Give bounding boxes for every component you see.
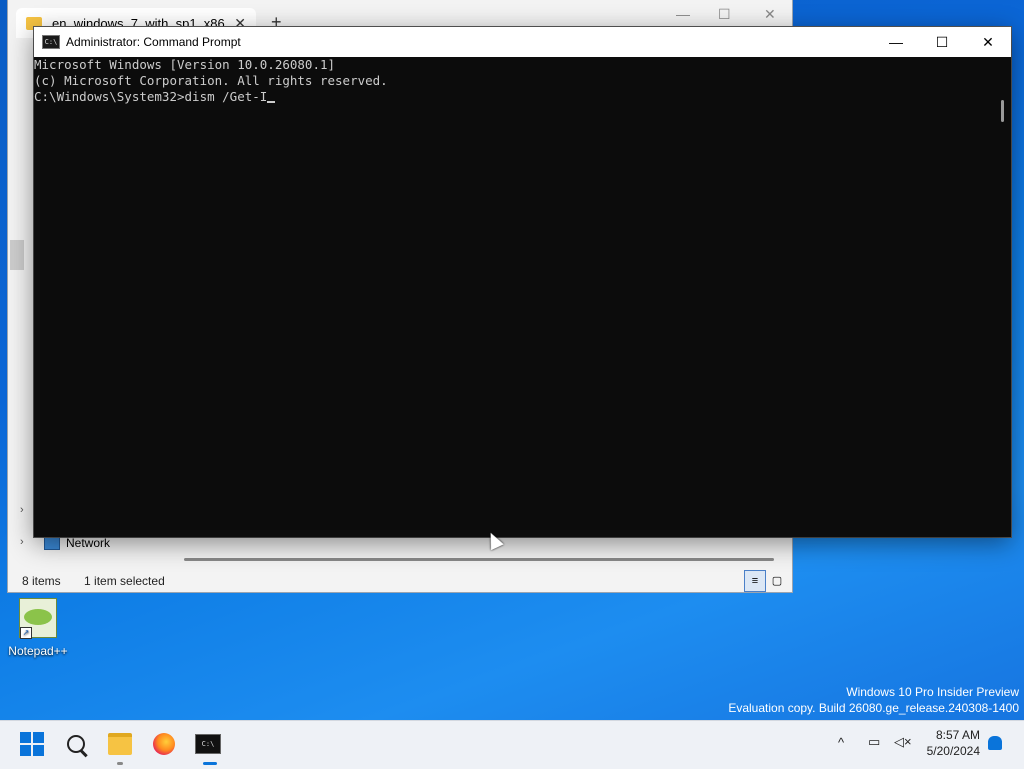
console-output[interactable]: Microsoft Windows [Version 10.0.26080.1]… bbox=[34, 57, 993, 537]
command-input[interactable]: C:\Windows\System32>dism /Get-I bbox=[34, 89, 267, 104]
desktop-watermark: Windows 10 Pro Insider Preview Evaluatio… bbox=[728, 684, 1019, 716]
network-icon bbox=[44, 536, 60, 550]
command-prompt-icon: C:\ bbox=[195, 734, 221, 754]
title-bar[interactable]: C:\ Administrator: Command Prompt — ☐ ✕ bbox=[34, 27, 1011, 57]
command-prompt-icon: C:\ bbox=[42, 35, 60, 49]
desktop-icon-label: Notepad++ bbox=[8, 644, 68, 658]
volume-muted-icon[interactable]: ◁× bbox=[894, 734, 912, 750]
show-hidden-icons-chevron-icon[interactable]: ^ bbox=[838, 735, 844, 750]
explorer-minimize-button[interactable]: — bbox=[676, 6, 690, 22]
nav-item-label: Network bbox=[66, 536, 111, 550]
nav-selected-indicator bbox=[10, 240, 24, 270]
desktop-icon-notepad-plus-plus[interactable]: ↗ Notepad++ bbox=[6, 598, 70, 658]
status-bar: 8 items 1 item selected bbox=[22, 574, 185, 588]
file-explorer-icon bbox=[108, 733, 132, 755]
window-title: Administrator: Command Prompt bbox=[66, 35, 241, 49]
notification-bell-icon[interactable] bbox=[988, 736, 1002, 750]
file-explorer-taskbar-button[interactable] bbox=[104, 728, 136, 760]
running-indicator bbox=[117, 762, 123, 765]
large-icons-view-button[interactable]: ▢ bbox=[766, 570, 788, 592]
horizontal-scrollbar[interactable] bbox=[184, 558, 774, 561]
command-prompt-window[interactable]: C:\ Administrator: Command Prompt — ☐ ✕ … bbox=[34, 27, 1011, 537]
maximize-button[interactable]: ☐ bbox=[919, 27, 965, 57]
search-icon bbox=[67, 735, 85, 753]
console-line: (c) Microsoft Corporation. All rights re… bbox=[34, 73, 388, 88]
expand-chevron-icon[interactable]: › bbox=[20, 536, 24, 548]
explorer-close-button[interactable]: ✕ bbox=[764, 6, 776, 23]
scrollbar-thumb[interactable] bbox=[1001, 100, 1004, 122]
search-button[interactable] bbox=[60, 728, 92, 760]
display-icon[interactable]: ▭ bbox=[868, 734, 880, 750]
watermark-edition: Windows 10 Pro Insider Preview bbox=[846, 685, 1019, 699]
firefox-taskbar-button[interactable] bbox=[148, 728, 180, 760]
details-view-button[interactable]: ≡ bbox=[744, 570, 766, 592]
active-indicator bbox=[203, 762, 217, 765]
explorer-maximize-button[interactable]: ☐ bbox=[718, 6, 731, 23]
command-prompt-taskbar-button[interactable]: C:\ bbox=[192, 728, 224, 760]
shortcut-arrow-icon: ↗ bbox=[20, 627, 32, 639]
watermark-build: Evaluation copy. Build 26080.ge_release.… bbox=[728, 701, 1019, 715]
selection-count: 1 item selected bbox=[84, 574, 165, 588]
close-button[interactable]: ✕ bbox=[965, 27, 1011, 57]
system-clock[interactable]: 8:57 AM 5/20/2024 bbox=[922, 727, 980, 759]
text-cursor bbox=[267, 101, 276, 103]
firefox-icon bbox=[153, 733, 175, 755]
clock-time: 8:57 AM bbox=[935, 728, 980, 742]
vertical-scrollbar[interactable] bbox=[993, 57, 1011, 537]
start-button[interactable] bbox=[16, 728, 48, 760]
console-line: Microsoft Windows [Version 10.0.26080.1] bbox=[34, 57, 336, 72]
clock-date: 5/20/2024 bbox=[926, 744, 980, 758]
item-count: 8 items bbox=[22, 574, 61, 588]
nav-item-network[interactable]: Network bbox=[44, 536, 110, 550]
start-icon bbox=[20, 732, 44, 756]
expand-chevron-icon[interactable]: › bbox=[20, 504, 24, 516]
notepad-plus-plus-icon: ↗ bbox=[19, 598, 57, 639]
minimize-button[interactable]: — bbox=[873, 27, 919, 57]
